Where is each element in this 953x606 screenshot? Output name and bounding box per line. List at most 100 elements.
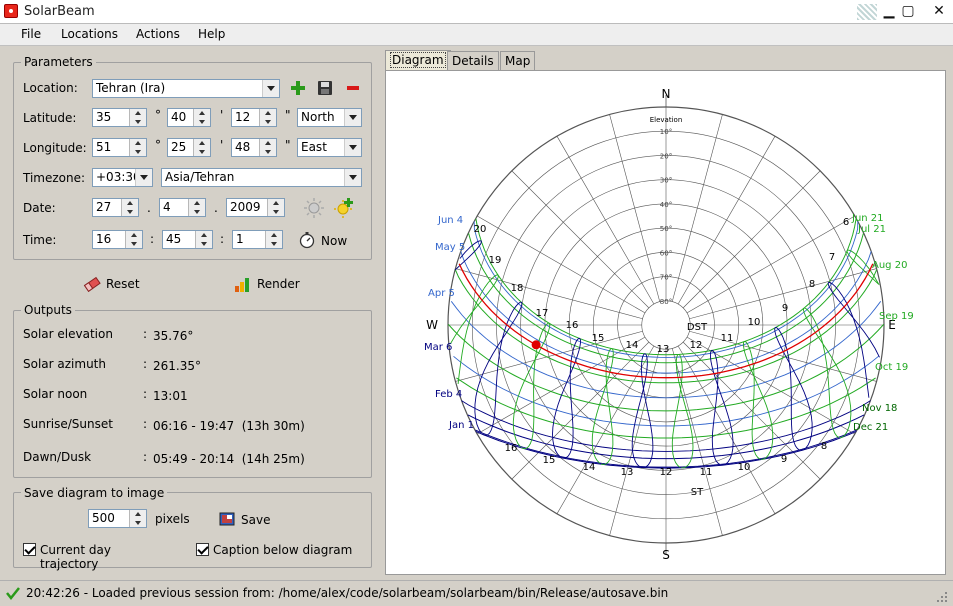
chevron-down-icon[interactable] (344, 109, 361, 126)
remove-location-button[interactable] (344, 79, 362, 97)
longitude-direction-select[interactable]: East (297, 138, 362, 157)
st-hour-label: 15 (543, 455, 556, 466)
minimize-icon[interactable]: ▁ (880, 3, 898, 20)
caption-below-diagram-checkbox[interactable]: Caption below diagram (196, 543, 356, 559)
dst-label: DST (687, 322, 708, 333)
menu-file[interactable]: File (21, 27, 41, 41)
longitude-seconds-input[interactable]: 48 (231, 138, 277, 157)
month-label: Jun 21 (851, 213, 884, 224)
menu-help[interactable]: Help (198, 27, 225, 41)
minute-input[interactable]: 45 (162, 230, 213, 249)
st-hour-label: 11 (700, 467, 713, 478)
spinner-icon[interactable] (259, 109, 276, 126)
dst-hour-label: 8 (809, 279, 815, 290)
output-colon: : (143, 357, 148, 371)
spinner-icon[interactable] (193, 139, 210, 156)
output-label: Dawn/Dusk (23, 450, 92, 464)
latitude-minutes-input[interactable]: 40 (167, 108, 211, 127)
chevron-down-icon[interactable] (344, 139, 361, 156)
tab-details[interactable]: Details (447, 51, 499, 71)
reset-button[interactable]: Reset (83, 275, 153, 295)
latitude-seconds-value: 12 (235, 110, 251, 124)
latitude-direction-select[interactable]: North (297, 108, 362, 127)
save-location-button[interactable] (316, 79, 334, 97)
longitude-seconds-value: 48 (235, 140, 251, 154)
maximize-icon[interactable]: ▢ (899, 3, 917, 20)
second-value: 1 (236, 232, 244, 246)
longitude-degrees-input[interactable]: 51 (92, 138, 147, 157)
tab-diagram[interactable]: Diagram (385, 50, 451, 71)
azimuth-line (682, 170, 821, 309)
spinner-icon[interactable] (259, 139, 276, 156)
latitude-seconds-input[interactable]: 12 (231, 108, 277, 127)
second-input[interactable]: 1 (232, 230, 283, 249)
spinner-icon[interactable] (125, 231, 142, 248)
solar-azimuth-value: 261.35° (153, 359, 201, 373)
spinner-icon[interactable] (267, 199, 284, 216)
app-icon (4, 4, 18, 18)
location-select[interactable]: Tehran (Ira) (92, 79, 280, 98)
save-image-button[interactable]: Save (219, 510, 279, 530)
image-size-input[interactable]: 500 (88, 509, 147, 528)
st-hour-label: 12 (660, 467, 673, 478)
dst-hour-labels: 20 19 18 17 16 15 14 13 12 11 10 9 8 7 6 (474, 217, 850, 355)
minute-value: 45 (166, 232, 182, 246)
spinner-icon[interactable] (188, 199, 205, 216)
south-label: S (662, 548, 670, 562)
timezone-name-select[interactable]: Asia/Tehran (161, 168, 362, 187)
chevron-down-icon[interactable] (262, 80, 279, 97)
resize-grip-icon[interactable] (936, 591, 948, 603)
spinner-icon[interactable] (129, 139, 146, 156)
output-colon: : (143, 327, 148, 341)
menu-locations[interactable]: Locations (61, 27, 118, 41)
save-label: Save (241, 513, 271, 527)
eraser-icon (83, 276, 101, 292)
menu-actions[interactable]: Actions (136, 27, 180, 41)
current-day-trajectory-checkbox[interactable]: Current day trajectory (23, 543, 173, 571)
month-label: Aug 20 (872, 260, 907, 271)
shade-icon[interactable] (857, 4, 877, 20)
st-hour-label: 16 (505, 443, 518, 454)
dst-hour-label: 18 (511, 283, 524, 294)
output-label: Sunrise/Sunset (23, 417, 113, 431)
month-label: Apr 5 (428, 288, 455, 299)
sun-path-diagram: N S W E Elevation 10° 20° 30° 40° 50° 60° 70° 8… (385, 70, 946, 575)
close-icon[interactable]: ✕ (930, 3, 948, 20)
timezone-offset-select[interactable]: +03:30 (92, 168, 153, 187)
spinner-icon[interactable] (195, 231, 212, 248)
now-button[interactable]: Now (298, 230, 350, 250)
chevron-down-icon[interactable] (135, 169, 152, 186)
add-location-button[interactable] (289, 79, 307, 97)
solar-elevation-value: 35.76° (153, 329, 194, 343)
spinner-icon[interactable] (129, 510, 146, 527)
dst-hour-label: 14 (626, 340, 639, 351)
next-day-button[interactable] (333, 197, 355, 219)
month-label: Feb 4 (435, 389, 462, 400)
previous-day-button[interactable] (304, 198, 324, 218)
checkmark-icon[interactable] (196, 543, 209, 556)
hour-input[interactable]: 16 (92, 230, 143, 249)
timezone-offset-value: +03:30 (96, 170, 141, 184)
latitude-degrees-input[interactable]: 35 (92, 108, 147, 127)
dawn-dusk-value: 05:49 - 20:14 (14h 25m) (153, 452, 305, 466)
elevation-tick-label: 40° (660, 201, 672, 209)
spinner-icon[interactable] (193, 109, 210, 126)
day-input[interactable]: 27 (92, 198, 139, 217)
st-hour-label: 13 (621, 467, 634, 478)
azimuth-line (556, 136, 655, 305)
checkmark-icon[interactable] (23, 543, 36, 556)
tab-map[interactable]: Map (500, 51, 536, 71)
output-label: Solar azimuth (23, 357, 106, 371)
month-input[interactable]: 4 (159, 198, 206, 217)
render-button[interactable]: Render (234, 275, 309, 295)
year-input[interactable]: 2009 (226, 198, 285, 217)
solar-noon-value: 13:01 (153, 389, 188, 403)
spinner-icon[interactable] (129, 109, 146, 126)
spinner-icon[interactable] (265, 231, 282, 248)
menu-bar: File Locations Actions Help (0, 24, 953, 46)
tab-diagram-label: Diagram (390, 52, 446, 68)
spinner-icon[interactable] (121, 199, 138, 216)
month-label: May 5 (435, 242, 465, 253)
chevron-down-icon[interactable] (344, 169, 361, 186)
longitude-minutes-input[interactable]: 25 (167, 138, 211, 157)
